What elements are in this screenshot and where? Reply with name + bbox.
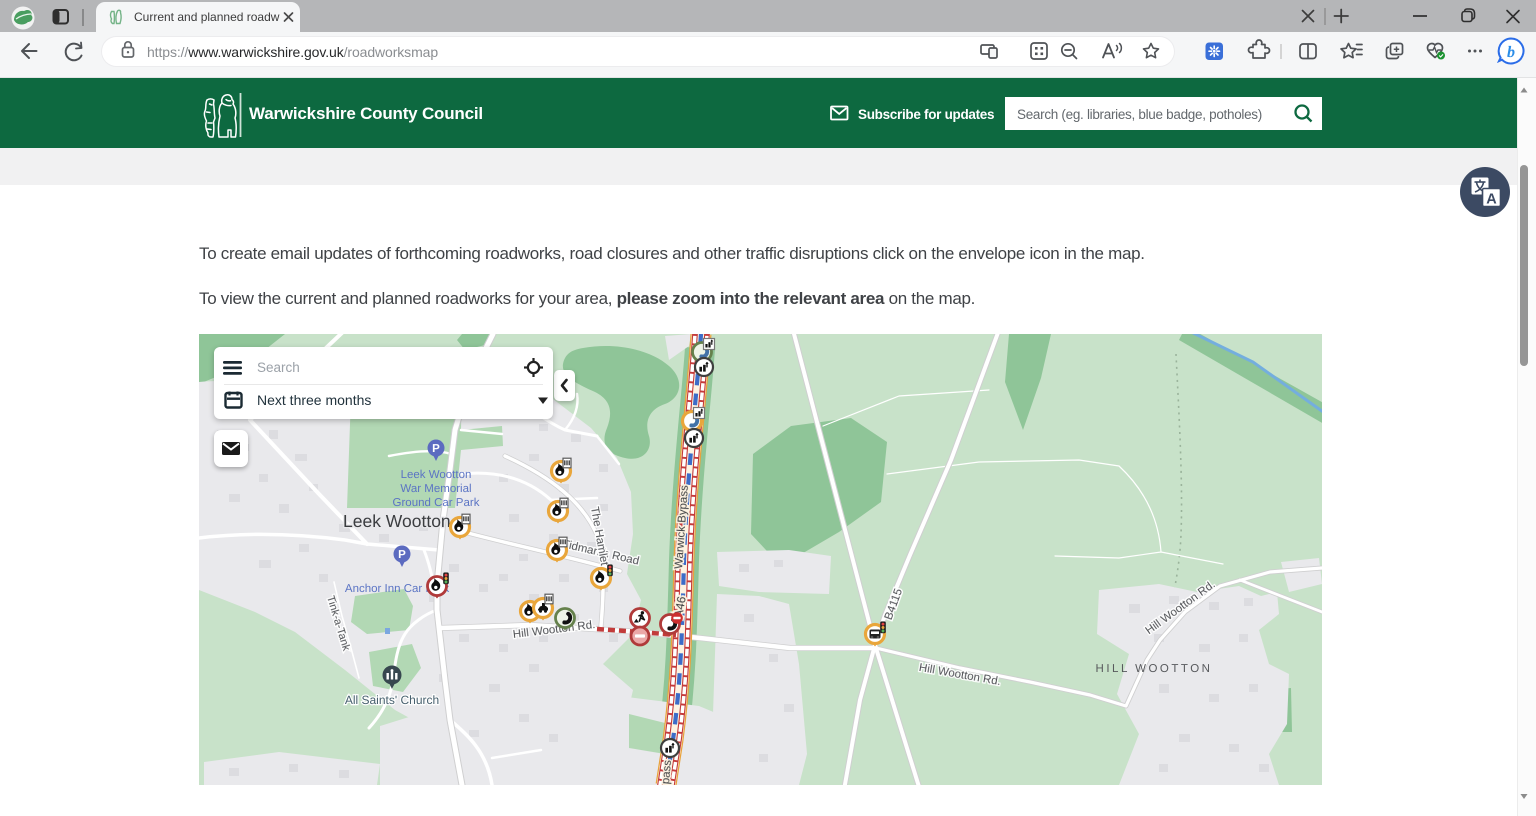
svg-text:b: b <box>1507 44 1515 61</box>
svg-text:A: A <box>1486 192 1497 208</box>
svg-text:HILL WOOTTON: HILL WOOTTON <box>1096 663 1213 675</box>
svg-text:pass: pass <box>660 759 674 784</box>
svg-text:All Saints' Church: All Saints' Church <box>345 693 439 707</box>
svg-text:War Memorial: War Memorial <box>400 483 471 495</box>
svg-text:Ground Car Park: Ground Car Park <box>393 497 480 509</box>
svg-text:Leek Wootton: Leek Wootton <box>343 511 451 531</box>
svg-text:Leek Wootton: Leek Wootton <box>401 469 472 481</box>
svg-text:P: P <box>432 443 440 455</box>
